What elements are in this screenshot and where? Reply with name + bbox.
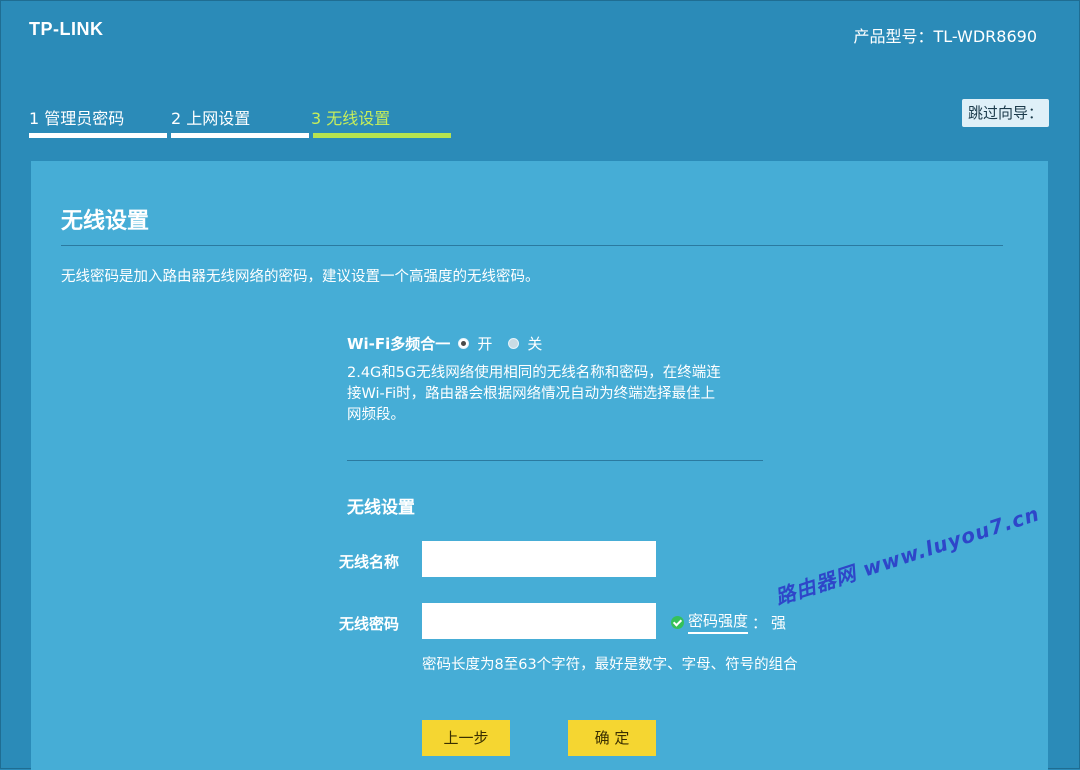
wifi-merge-description: 2.4G和5G无线网络使用相同的无线名称和密码，在终端连接Wi-Fi时，路由器会… (347, 365, 721, 423)
wireless-settings-panel: 无线设置 无线密码是加入路由器无线网络的密码，建议设置一个高强度的无线密码。 W… (31, 161, 1048, 770)
section-divider (347, 460, 763, 461)
wifi-merge-label: Wi-Fi多频合一 (347, 335, 451, 353)
step-wireless-settings-bar (313, 133, 451, 138)
window-frame: TP-LINK 产品型号：TL-WDR8690 1 管理员密码 2 上网设置 3… (0, 0, 1080, 770)
wifi-merge-on-radio[interactable] (458, 338, 470, 349)
wifi-merge-row: Wi-Fi多频合一 开 关 (347, 333, 550, 354)
step-wireless-settings: 3 无线设置 (311, 109, 391, 128)
product-model: 产品型号：TL-WDR8690 (853, 27, 1037, 46)
password-strength-value: 强 (771, 613, 787, 632)
page-title: 无线设置 (61, 209, 150, 234)
previous-button[interactable]: 上一步 (422, 720, 510, 756)
password-input[interactable] (422, 603, 656, 639)
wifi-merge-on-label[interactable]: 开 (477, 333, 492, 354)
password-strength: 密码强度 ： 强 (671, 610, 786, 634)
step-admin-password-bar (29, 133, 167, 138)
wifi-merge-off-label[interactable]: 关 (527, 333, 542, 354)
ssid-input[interactable] (422, 541, 656, 577)
password-strength-sep: ： (752, 613, 768, 632)
panel-description: 无线密码是加入路由器无线网络的密码，建议设置一个高强度的无线密码。 (61, 269, 540, 285)
password-label: 无线密码 (339, 615, 400, 633)
title-divider (61, 245, 1003, 246)
step-admin-password: 1 管理员密码 (29, 109, 125, 128)
skip-wizard-button[interactable]: 跳过向导： (961, 99, 1049, 127)
confirm-button[interactable]: 确 定 (568, 720, 656, 756)
tp-link-logo: TP-LINK (29, 19, 104, 39)
step-internet-settings: 2 上网设置 (171, 109, 251, 128)
wireless-section-title: 无线设置 (347, 498, 415, 518)
step-internet-settings-bar (171, 133, 309, 138)
check-icon (671, 615, 684, 629)
password-hint: 密码长度为8至63个字符，最好是数字、字母、符号的组合 (422, 657, 798, 673)
ssid-label: 无线名称 (339, 553, 400, 571)
wifi-merge-off-radio[interactable] (508, 338, 520, 349)
password-strength-key: 密码强度 (688, 610, 749, 634)
